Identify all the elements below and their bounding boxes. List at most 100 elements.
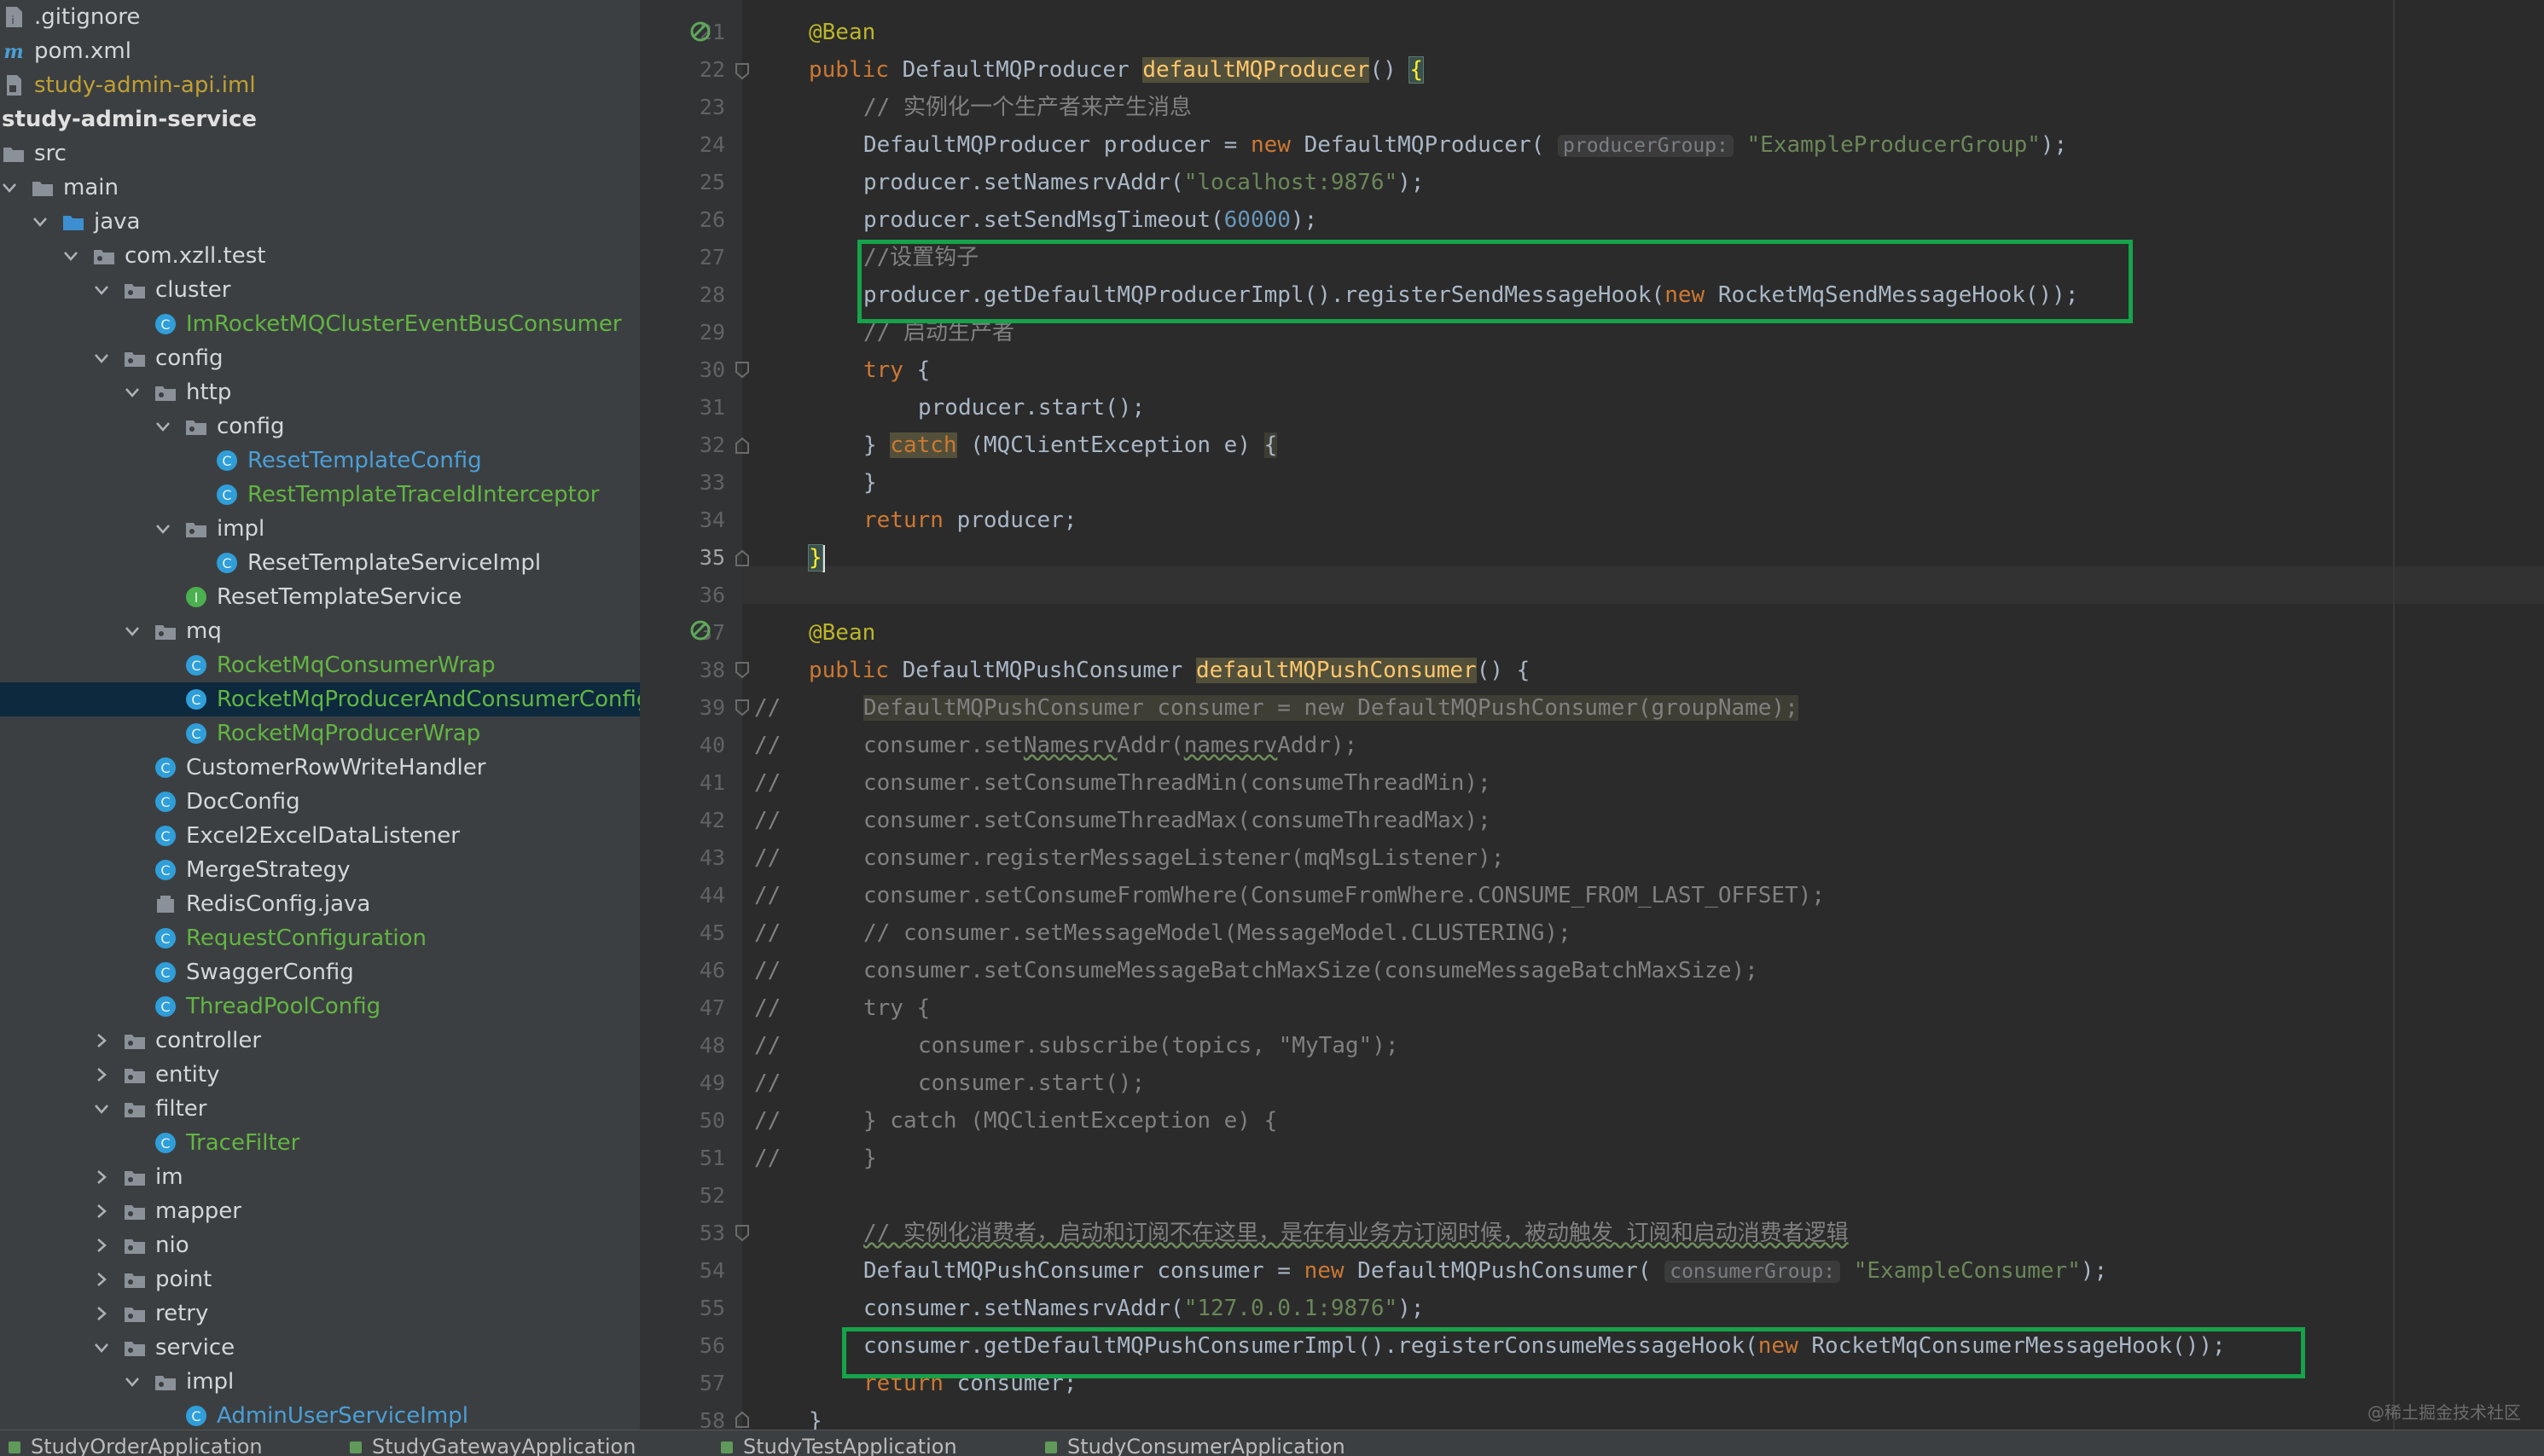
tree-item[interactable]: C ThreadPoolConfig	[0, 989, 640, 1024]
code-line[interactable]: } catch (MQClientException e) {	[863, 426, 1278, 464]
code-line[interactable]: consumer.subscribe(topics, "MyTag");	[918, 1027, 1399, 1064]
tree-item[interactable]: i .gitignore	[0, 0, 640, 34]
code-line[interactable]: public DefaultMQProducer defaultMQProduc…	[809, 51, 1425, 89]
tree-item[interactable]: mapper	[0, 1194, 640, 1228]
tree-item[interactable]: study-admin-service	[0, 102, 640, 136]
code-line[interactable]: }	[863, 464, 877, 502]
tree-item[interactable]: C CustomerRowWriteHandler	[0, 751, 640, 785]
code-line[interactable]: consumer.setConsumeMessageBatchMaxSize(c…	[863, 952, 1758, 989]
tree-item[interactable]: m pom.xml	[0, 34, 640, 68]
code-line[interactable]: // consumer.setMessageModel(MessageModel…	[863, 914, 1571, 952]
run-configuration-tab[interactable]: StudyTestApplication	[721, 1434, 957, 1456]
tree-item[interactable]: retry	[0, 1296, 640, 1331]
fold-marker-icon[interactable]	[735, 699, 749, 716]
code-line[interactable]: // 实例化消费者，启动和订阅不在这里，是在有业务方订阅时候，被动触发 订阅和启…	[863, 1215, 1849, 1252]
chevron-down-icon[interactable]	[92, 281, 111, 299]
code-line[interactable]: consumer.registerMessageListener(mqMsgLi…	[863, 839, 1504, 877]
chevron-right-icon[interactable]	[92, 1202, 111, 1221]
chevron-right-icon[interactable]	[92, 1236, 111, 1255]
code-line[interactable]: }	[808, 539, 825, 577]
tree-item[interactable]: C RocketMqProducerAndConsumerConfig	[0, 682, 640, 716]
run-configuration-tab[interactable]: StudyConsumerApplication	[1045, 1434, 1345, 1456]
chevron-down-icon[interactable]	[92, 1338, 111, 1357]
tree-item[interactable]: nio	[0, 1228, 640, 1262]
chevron-down-icon[interactable]	[123, 622, 142, 641]
tree-item[interactable]: im	[0, 1160, 640, 1194]
code-line[interactable]: DefaultMQProducer producer = new Default…	[863, 126, 2067, 164]
fold-marker-icon[interactable]	[735, 549, 749, 566]
tree-item[interactable]: cluster	[0, 273, 640, 307]
chevron-right-icon[interactable]	[92, 1065, 111, 1084]
code-line[interactable]: public DefaultMQPushConsumer defaultMQPu…	[809, 652, 1530, 689]
chevron-down-icon[interactable]	[123, 383, 142, 402]
tree-item[interactable]: C TraceFilter	[0, 1126, 640, 1160]
tree-item[interactable]: C RequestConfiguration	[0, 921, 640, 955]
tree-item[interactable]: entity	[0, 1058, 640, 1092]
code-line[interactable]: consumer.setConsumeThreadMax(consumeThre…	[863, 802, 1491, 839]
tree-item[interactable]: C RocketMqProducerWrap	[0, 716, 640, 751]
fold-marker-icon[interactable]	[735, 1411, 749, 1428]
tree-item[interactable]: C RocketMqConsumerWrap	[0, 648, 640, 682]
tree-item[interactable]: C SwaggerConfig	[0, 955, 640, 989]
code-line[interactable]: }	[863, 1140, 877, 1177]
tree-item[interactable]: mq	[0, 614, 640, 648]
code-line[interactable]: } catch (MQClientException e) {	[863, 1102, 1277, 1140]
tree-item[interactable]: filter	[0, 1092, 640, 1126]
tree-item[interactable]: src	[0, 136, 640, 171]
chevron-down-icon[interactable]	[0, 178, 19, 197]
code-line[interactable]: try {	[863, 351, 930, 389]
tree-item[interactable]: C ResetTemplateConfig	[0, 444, 640, 478]
code-line[interactable]: consumer.setNamesrvAddr("127.0.0.1:9876"…	[863, 1290, 1424, 1327]
tree-item[interactable]: controller	[0, 1024, 640, 1058]
tree-item[interactable]: impl	[0, 1365, 640, 1399]
chevron-down-icon[interactable]	[92, 349, 111, 368]
fold-marker-icon[interactable]	[735, 362, 749, 379]
fold-marker-icon[interactable]	[735, 63, 749, 80]
chevron-down-icon[interactable]	[31, 212, 49, 231]
code-line[interactable]: @Bean	[809, 614, 875, 652]
code-line[interactable]: consumer.setNamesrvAddr(namesrvAddr);	[863, 727, 1357, 764]
code-line[interactable]: try {	[863, 989, 930, 1027]
tree-item[interactable]: C ResetTemplateServiceImpl	[0, 546, 640, 580]
tree-item[interactable]: C DocConfig	[0, 785, 640, 819]
code-line[interactable]: DefaultMQPushConsumer consumer = new Def…	[863, 1252, 2107, 1290]
chevron-down-icon[interactable]	[123, 1372, 142, 1391]
tree-item[interactable]: com.xzll.test	[0, 239, 640, 273]
code-line[interactable]: producer.start();	[918, 389, 1145, 426]
fold-marker-icon[interactable]	[735, 662, 749, 679]
fold-marker-icon[interactable]	[735, 437, 749, 454]
code-line[interactable]: // 实例化一个生产者来产生消息	[863, 89, 1192, 126]
code-line[interactable]: consumer.start();	[918, 1064, 1145, 1102]
chevron-down-icon[interactable]	[154, 417, 172, 436]
code-line[interactable]: producer.setNamesrvAddr("localhost:9876"…	[863, 164, 1424, 201]
bean-gutter-icon[interactable]	[688, 618, 713, 643]
code-line[interactable]: return producer;	[863, 502, 1077, 539]
chevron-down-icon[interactable]	[154, 519, 172, 538]
tree-item[interactable]: impl	[0, 512, 640, 546]
tree-item[interactable]: config	[0, 409, 640, 444]
tree-item[interactable]: C RestTemplateTraceIdInterceptor	[0, 478, 640, 512]
chevron-right-icon[interactable]	[92, 1031, 111, 1050]
tree-item[interactable]: point	[0, 1262, 640, 1296]
chevron-right-icon[interactable]	[92, 1270, 111, 1289]
chevron-down-icon[interactable]	[92, 1099, 111, 1118]
tree-item[interactable]: I ResetTemplateService	[0, 580, 640, 614]
chevron-right-icon[interactable]	[92, 1168, 111, 1186]
code-line[interactable]: DefaultMQPushConsumer consumer = new Def…	[863, 689, 1798, 727]
tree-item[interactable]: http	[0, 375, 640, 409]
tree-item[interactable]: main	[0, 171, 640, 205]
bean-gutter-icon[interactable]	[688, 19, 713, 44]
tree-item[interactable]: java	[0, 205, 640, 239]
code-line[interactable]: producer.setSendMsgTimeout(60000);	[863, 201, 1317, 239]
tree-item[interactable]: C ImRocketMQClusterEventBusConsumer	[0, 307, 640, 341]
tree-item[interactable]: C Excel2ExcelDataListener	[0, 819, 640, 853]
tree-item[interactable]: RedisConfig.java	[0, 887, 640, 921]
run-configuration-tab[interactable]: StudyGatewayApplication	[350, 1434, 636, 1456]
tree-item[interactable]: study-admin-api.iml	[0, 68, 640, 102]
fold-marker-icon[interactable]	[735, 1225, 749, 1242]
code-line[interactable]: consumer.setConsumeThreadMin(consumeThre…	[863, 764, 1491, 802]
tree-item[interactable]: service	[0, 1331, 640, 1365]
chevron-right-icon[interactable]	[92, 1304, 111, 1323]
chevron-down-icon[interactable]	[61, 247, 80, 265]
tree-item[interactable]: C MergeStrategy	[0, 853, 640, 887]
